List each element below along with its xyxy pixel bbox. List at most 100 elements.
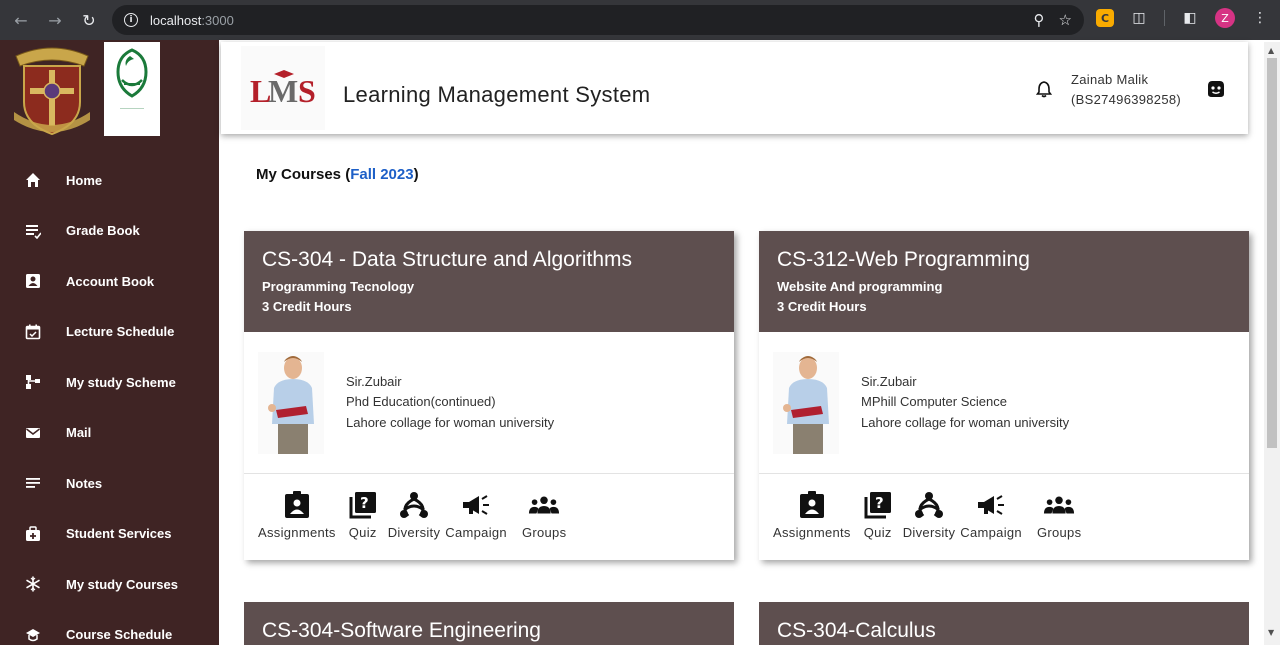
hec-logo: ―――――― — [104, 42, 160, 136]
quiz-button[interactable]: ? Quiz — [862, 490, 894, 560]
sidebar-item-home[interactable]: Home — [0, 155, 219, 206]
groups-button[interactable]: Groups — [1037, 490, 1081, 560]
groups-button[interactable]: Groups — [522, 490, 566, 560]
quiz-icon: ? — [862, 490, 894, 520]
svg-text:?: ? — [360, 494, 369, 512]
course-teacher-section: Sir.Zubair Phd Education(continued) Laho… — [244, 332, 734, 474]
calendar-icon — [24, 323, 42, 341]
scroll-thumb[interactable] — [1267, 58, 1277, 448]
scroll-up-arrow-icon[interactable]: ▲ — [1268, 46, 1274, 55]
sidebar-item-label: My study Courses — [66, 576, 178, 592]
lms-logo-mark: L M S — [250, 70, 316, 108]
teacher-institution: Lahore collage for woman university — [861, 414, 1070, 430]
hec-caption: ―――――― — [120, 106, 144, 111]
svg-text:S: S — [298, 73, 316, 108]
course-title: CS-304 - Data Structure and Algorithms — [262, 248, 633, 271]
groups-icon — [1043, 490, 1075, 520]
sidebar-item-lecture-schedule[interactable]: Lecture Schedule — [0, 307, 219, 358]
sidebar-item-label: Lecture Schedule — [66, 324, 175, 340]
extension-icon[interactable]: C — [1096, 9, 1114, 27]
services-icon — [24, 525, 42, 543]
notes-icon — [24, 474, 42, 492]
sidebar-item-label: Notes — [66, 475, 103, 491]
browser-toolbar: ← → ↻ i localhost:3000 ⚲ ☆ C ◫ ◧ Z ⋮ — [0, 0, 1280, 40]
course-card[interactable]: CS-304-Calculus — [759, 602, 1249, 645]
course-credits: 3 Credit Hours — [777, 299, 867, 314]
toolbar-divider — [1164, 10, 1165, 26]
sidebar-item-label: Student Services — [66, 526, 172, 542]
teacher-name: Sir.Zubair — [346, 373, 402, 389]
teacher-qualification: MPhill Computer Science — [861, 394, 1007, 410]
campaign-megaphone-icon — [460, 490, 492, 520]
site-info-icon[interactable]: i — [124, 13, 138, 27]
campaign-button[interactable]: Campaign — [960, 490, 1022, 560]
side-panel-icon[interactable]: ◧ — [1181, 9, 1199, 27]
term-link[interactable]: Fall 2023 — [350, 166, 413, 183]
user-info: Zainab Malik (BS27496398258) — [1071, 70, 1181, 110]
assignments-button[interactable]: Assignments — [258, 490, 336, 560]
teacher-institution: Lahore collage for woman university — [346, 414, 555, 430]
sidebar-item-grade-book[interactable]: Grade Book — [0, 206, 219, 257]
course-card-header: CS-304-Calculus — [759, 602, 1249, 645]
campaign-button[interactable]: Campaign — [445, 490, 507, 560]
assignments-button[interactable]: Assignments — [773, 490, 851, 560]
forward-icon[interactable]: → — [40, 5, 70, 35]
course-card[interactable]: CS-304-Software Engineering — [244, 602, 734, 645]
svg-text:M: M — [268, 73, 298, 108]
teacher-photo — [258, 351, 324, 454]
sidebar-item-label: Grade Book — [66, 223, 140, 239]
back-icon[interactable]: ← — [6, 5, 36, 35]
teacher-details: Sir.Zubair Phd Education(continued) Laho… — [346, 372, 554, 434]
profile-avatar[interactable]: Z — [1215, 8, 1235, 28]
url-text[interactable]: localhost:3000 — [150, 13, 234, 28]
teacher-qualification: Phd Education(continued) — [346, 394, 496, 410]
reload-icon[interactable]: ↻ — [74, 5, 104, 35]
user-id: (BS27496398258) — [1071, 92, 1182, 107]
address-bar[interactable]: i localhost:3000 ⚲ ☆ — [112, 5, 1084, 35]
course-title: CS-304-Calculus — [777, 619, 936, 642]
sidebar-item-label: Mail — [66, 425, 92, 441]
app-header: L M S Learning Management System Zainab … — [221, 42, 1248, 134]
profile-face-icon[interactable] — [1206, 79, 1226, 99]
course-actions: Assignments ? Quiz Diversity Campaign Gr… — [244, 474, 734, 560]
assignment-icon — [796, 490, 828, 520]
campaign-megaphone-icon — [975, 490, 1007, 520]
diversity-icon — [913, 490, 945, 520]
user-name: Zainab Malik — [1071, 72, 1149, 87]
bookmark-star-icon[interactable]: ☆ — [1059, 11, 1072, 29]
course-actions: Assignments ? Quiz Diversity Campaign Gr… — [759, 474, 1249, 560]
sidebar-item-student-services[interactable]: Student Services — [0, 509, 219, 560]
course-card[interactable]: CS-304 - Data Structure and Algorithms P… — [244, 231, 734, 560]
teacher-details: Sir.Zubair MPhill Computer Science Lahor… — [861, 372, 1069, 434]
sidebar-item-study-courses[interactable]: My study Courses — [0, 559, 219, 610]
scroll-down-arrow-icon[interactable]: ▼ — [1268, 628, 1274, 637]
sidebar-logos: ―――――― — [0, 40, 219, 150]
course-card[interactable]: CS-312-Web Programming Website And progr… — [759, 231, 1249, 560]
groups-icon — [528, 490, 560, 520]
sidebar-item-notes[interactable]: Notes — [0, 458, 219, 509]
sidebar-item-label: Course Schedule — [66, 627, 173, 643]
assignment-icon — [281, 490, 313, 520]
scheme-icon — [24, 373, 42, 391]
sidebar-item-course-schedule[interactable]: Course Schedule — [0, 610, 219, 645]
zoom-icon[interactable]: ⚲ — [1034, 11, 1045, 29]
more-options-icon[interactable]: ⋮ — [1251, 9, 1269, 27]
notification-bell-icon[interactable] — [1035, 80, 1053, 98]
mail-icon — [24, 424, 42, 442]
sidebar-item-mail[interactable]: Mail — [0, 408, 219, 459]
course-title: CS-304-Software Engineering — [262, 619, 541, 642]
sidebar-item-label: My study Scheme — [66, 374, 176, 390]
account-book-icon — [24, 272, 42, 290]
sidebar-item-study-scheme[interactable]: My study Scheme — [0, 357, 219, 408]
sidebar-item-account-book[interactable]: Account Book — [0, 256, 219, 307]
page-scrollbar[interactable]: ▲ ▼ — [1264, 42, 1280, 645]
hec-emblem-icon — [116, 48, 148, 98]
diversity-button[interactable]: Diversity — [903, 490, 956, 560]
teacher-name: Sir.Zubair — [861, 373, 917, 389]
extensions-puzzle-icon[interactable]: ◫ — [1130, 9, 1148, 27]
quiz-button[interactable]: ? Quiz — [347, 490, 379, 560]
course-subtitle: Programming Tecnology 3 Credit Hours — [262, 277, 716, 317]
diversity-button[interactable]: Diversity — [388, 490, 441, 560]
course-card-header: CS-304 - Data Structure and Algorithms P… — [244, 231, 734, 332]
course-card-header: CS-304-Software Engineering — [244, 602, 734, 645]
